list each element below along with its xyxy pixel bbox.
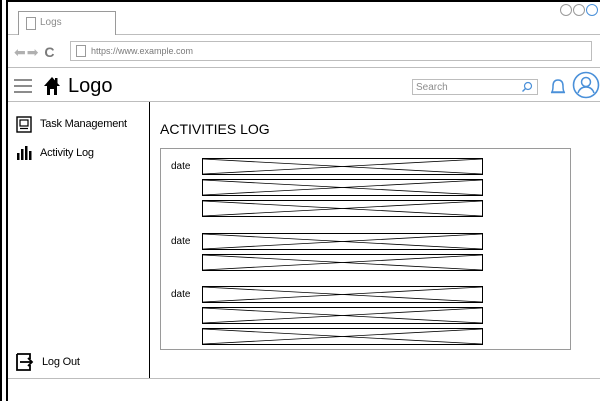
sidebar-item-activity-log[interactable]: Activity Log [16, 143, 94, 163]
log-date: date [171, 236, 191, 247]
tab-title: Logs [40, 17, 62, 28]
computer-icon [16, 115, 32, 133]
bar-chart-icon [17, 146, 32, 160]
sidebar-item-task-management[interactable]: Task Management [16, 114, 127, 134]
logout-icon [16, 353, 34, 371]
placeholder-cross [203, 329, 482, 344]
url-input[interactable]: https://www.example.com [70, 41, 592, 61]
menu-icon[interactable] [14, 79, 32, 93]
placeholder-cross [203, 159, 482, 174]
sidebar: Task Management Activity Log Log Out [8, 102, 150, 379]
log-entry-placeholder[interactable] [202, 158, 483, 175]
placeholder-cross [203, 255, 482, 270]
sidebar-item-label: Activity Log [40, 147, 94, 159]
maximize-icon[interactable] [573, 4, 585, 16]
divider [8, 378, 600, 379]
log-date: date [171, 289, 191, 300]
browser-tab[interactable]: Logs [18, 11, 116, 35]
log-entry-placeholder[interactable] [202, 233, 483, 250]
back-icon[interactable]: ⬅ [14, 44, 27, 60]
sidebar-item-logout[interactable]: Log Out [16, 352, 80, 372]
bell-icon[interactable] [549, 77, 567, 97]
window-controls [560, 4, 598, 16]
placeholder-cross [203, 201, 482, 216]
log-date: date [171, 161, 191, 172]
log-entry-placeholder[interactable] [202, 328, 483, 345]
page-icon [26, 17, 36, 30]
log-entry-placeholder[interactable] [202, 307, 483, 324]
close-icon[interactable] [586, 4, 598, 16]
address-bar: ⬅➡ C https://www.example.com [8, 36, 600, 68]
page-title: ACTIVITIES LOG [160, 121, 270, 137]
url-text: https://www.example.com [91, 46, 194, 56]
avatar[interactable] [572, 71, 600, 99]
app-header: Logo [8, 69, 600, 102]
minimize-icon[interactable] [560, 4, 572, 16]
forward-icon[interactable]: ➡ [27, 44, 40, 60]
window-edge [0, 0, 2, 401]
browser-window: Logs ⬅➡ C https://www.example.com Logo S… [6, 0, 600, 401]
log-entry-placeholder[interactable] [202, 179, 483, 196]
page-icon [76, 45, 86, 57]
sidebar-item-label: Task Management [40, 118, 127, 130]
reload-icon[interactable]: C [44, 44, 55, 60]
search-icon[interactable] [521, 81, 533, 93]
home-icon[interactable] [43, 76, 61, 96]
log-entry-placeholder[interactable] [202, 200, 483, 217]
placeholder-cross [203, 287, 482, 302]
logo: Logo [68, 75, 113, 97]
placeholder-cross [203, 180, 482, 195]
activity-log-panel: date date date [160, 148, 571, 350]
search-input[interactable] [416, 80, 514, 94]
placeholder-cross [203, 308, 482, 323]
log-entry-placeholder[interactable] [202, 286, 483, 303]
logout-label: Log Out [42, 356, 80, 368]
placeholder-cross [203, 234, 482, 249]
search-box [412, 79, 538, 95]
tab-bar: Logs [8, 2, 600, 35]
nav-controls: ⬅➡ C [14, 44, 55, 61]
log-entry-placeholder[interactable] [202, 254, 483, 271]
